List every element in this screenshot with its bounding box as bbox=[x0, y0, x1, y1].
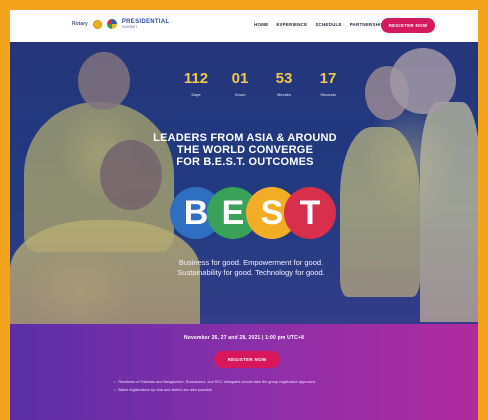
countdown-label: Hours bbox=[234, 92, 246, 97]
page-frame: Rotary PRESIDENTIAL SUMMIT HOME EXPERIEN… bbox=[10, 10, 478, 420]
list-item: • Batch registrations by club and distri… bbox=[114, 387, 394, 393]
rotary-logo-text: Rotary bbox=[72, 21, 88, 27]
list-item: • Residents of Pakistan and Bangladesh, … bbox=[114, 379, 394, 385]
best-logo: B E S T bbox=[170, 187, 340, 249]
ribbon-icon bbox=[106, 19, 117, 29]
event-info-band: November 26, 27 and 28, 2021 | 1:00 pm U… bbox=[10, 324, 478, 420]
countdown-label: Days bbox=[191, 92, 201, 97]
registration-notes: • Residents of Pakistan and Bangladesh, … bbox=[114, 379, 394, 395]
countdown-value: 53 bbox=[275, 70, 293, 87]
brand-logo: PRESIDENTIAL SUMMIT bbox=[122, 19, 170, 29]
nav-experience[interactable]: EXPERIENCE bbox=[276, 22, 307, 27]
countdown-label: Seconds bbox=[320, 92, 336, 97]
rotary-wheel-icon bbox=[92, 19, 102, 29]
best-letter-t: T bbox=[284, 187, 336, 239]
countdown-days: 112 Days bbox=[181, 71, 211, 97]
headline-line: LEADERS FROM ASIA & AROUND bbox=[153, 132, 337, 144]
nav-schedule[interactable]: SCHEDULE bbox=[315, 22, 341, 27]
note-text: Batch registrations by club and district… bbox=[118, 388, 213, 392]
register-now-button[interactable]: REGISTER NOW bbox=[214, 351, 280, 368]
countdown-label: Minutes bbox=[276, 92, 291, 97]
hero-headline: LEADERS FROM ASIA & AROUND THE WORLD CON… bbox=[140, 132, 350, 168]
main-nav: HOME EXPERIENCE SCHEDULE PARTNERSHIPS bbox=[254, 22, 387, 27]
bullet-icon: • bbox=[114, 388, 116, 392]
headline-line: FOR B.E.S.T. OUTCOMES bbox=[176, 156, 314, 168]
headline-line: THE WORLD CONVERGE bbox=[176, 144, 314, 156]
countdown-timer: 112 Days 01 Hours 53 Minutes 17 Seconds bbox=[181, 71, 343, 97]
header-register-button[interactable]: REGISTER NOW bbox=[381, 18, 435, 33]
tagline-line: Business for good. Empowerment for good. bbox=[178, 258, 324, 267]
nav-home[interactable]: HOME bbox=[254, 22, 268, 27]
bullet-icon: • bbox=[114, 380, 116, 384]
countdown-minutes: 53 Minutes bbox=[269, 71, 299, 97]
brand-sub: SUMMIT bbox=[121, 24, 138, 29]
countdown-value: 01 bbox=[231, 70, 249, 87]
event-date: November 26, 27 and 28, 2021 | 1:00 pm U… bbox=[183, 335, 305, 341]
countdown-seconds: 17 Seconds bbox=[313, 71, 343, 97]
countdown-hours: 01 Hours bbox=[225, 71, 255, 97]
tagline-line: Sustainability for good. Technology for … bbox=[177, 268, 325, 277]
countdown-value: 17 bbox=[319, 70, 337, 87]
hero-section: 112 Days 01 Hours 53 Minutes 17 Seconds … bbox=[10, 42, 478, 324]
hero-tagline: Business for good. Empowerment for good.… bbox=[140, 258, 362, 278]
note-text: Residents of Pakistan and Bangladesh, Ro… bbox=[118, 380, 316, 384]
logo-group[interactable]: Rotary PRESIDENTIAL SUMMIT bbox=[72, 19, 169, 29]
countdown-value: 112 bbox=[183, 70, 209, 87]
site-header: Rotary PRESIDENTIAL SUMMIT HOME EXPERIEN… bbox=[10, 10, 478, 42]
